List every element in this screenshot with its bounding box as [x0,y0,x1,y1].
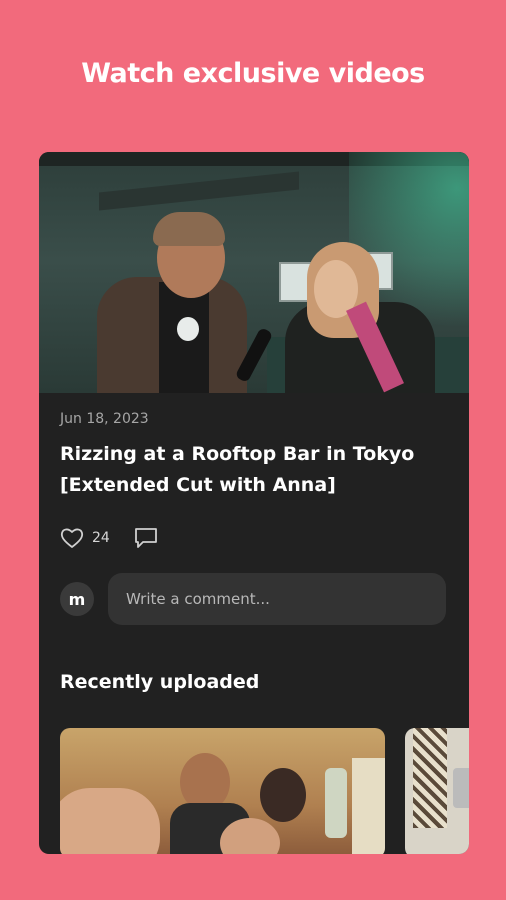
person-head [260,768,306,822]
post-date: Jun 18, 2023 [60,411,149,427]
shirt-logo [177,317,199,341]
avatar[interactable]: m [60,582,94,616]
arm [60,788,160,854]
person-head [220,818,280,854]
comment-icon[interactable] [134,527,158,549]
like-count: 24 [92,530,110,546]
recent-video-thumbnail[interactable] [60,728,385,854]
ceiling-beam [99,171,299,211]
heart-icon[interactable] [60,527,84,549]
recently-uploaded-heading: Recently uploaded [60,671,260,693]
pattern [413,728,447,828]
recent-videos-carousel[interactable] [60,728,469,854]
post-actions: 24 [60,523,448,553]
video-title[interactable]: Rizzing at a Rooftop Bar in Tokyo [Exten… [60,439,448,501]
object [453,768,469,808]
video-thumbnail[interactable] [39,152,469,393]
man-hair [153,212,225,246]
bottle [325,768,347,838]
shelf [352,758,385,854]
video-card: Jun 18, 2023 Rizzing at a Rooftop Bar in… [39,152,469,854]
comment-row: m [60,573,448,625]
recent-video-thumbnail[interactable] [405,728,469,854]
comment-input[interactable] [108,573,446,625]
page-headline: Watch exclusive videos [81,58,425,89]
